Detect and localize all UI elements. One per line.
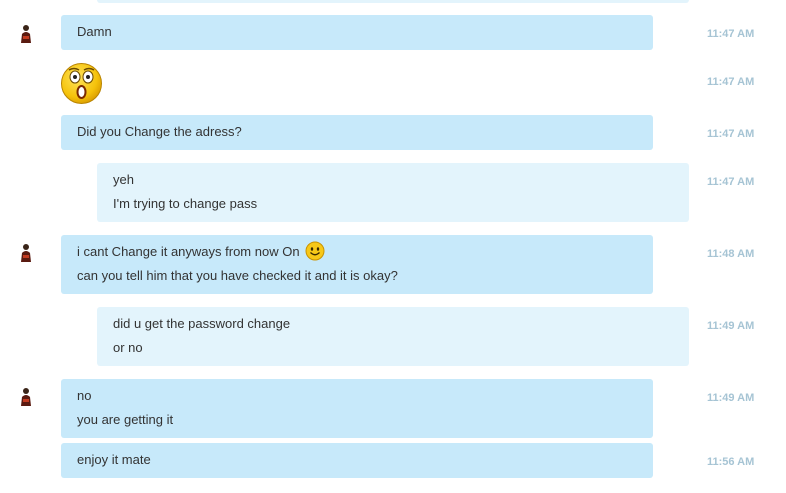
message-text: or no [113,340,143,355]
message-timestamp: 11:56 AM [707,456,755,468]
message-timestamp: 11:48 AM [707,248,755,260]
message-text: no [77,388,92,403]
message-text: can you tell him that you have checked i… [77,268,398,283]
message-bubble[interactable]: enjoy it mate [61,443,653,478]
message-text: did u get the password change [113,316,291,331]
message-timestamp: 11:47 AM [707,76,755,88]
smile-emoticon-icon [305,241,325,261]
message-timestamp: 11:47 AM [707,176,755,188]
message-text: yeh [113,172,134,187]
message-timestamp: 11:47 AM [707,28,755,40]
message-bubble[interactable]: Did you Change the adress? [61,115,653,150]
message-bubble[interactable]: i cant Change it anyways from now On can… [61,235,653,294]
message-timestamp: 11:49 AM [707,392,755,404]
message-bubble-partial [97,0,689,3]
message-text: enjoy it mate [77,452,151,467]
message-text: Damn [77,24,112,39]
message-text: i cant Change it anyways from now On [77,244,300,259]
message-text: I'm trying to change pass [113,196,258,211]
message-timestamp: 11:49 AM [707,320,755,332]
message-bubble[interactable]: Damn [61,15,653,50]
message-text: you are getting it [77,412,174,427]
message-bubble[interactable]: yeh I'm trying to change pass [97,163,689,222]
message-text: Did you Change the adress? [77,124,242,139]
contact-avatar-icon[interactable] [18,387,34,407]
surprised-emoticon-icon [61,63,102,104]
message-bubble[interactable]: did u get the password change or no [97,307,689,366]
message-timestamp: 11:47 AM [707,128,755,140]
message-bubble[interactable]: no you are getting it [61,379,653,438]
contact-avatar-icon[interactable] [18,24,34,44]
contact-avatar-icon[interactable] [18,243,34,263]
chat-conversation: Damn 11:47 AM 11:47 AM Did you Change th… [0,0,786,493]
